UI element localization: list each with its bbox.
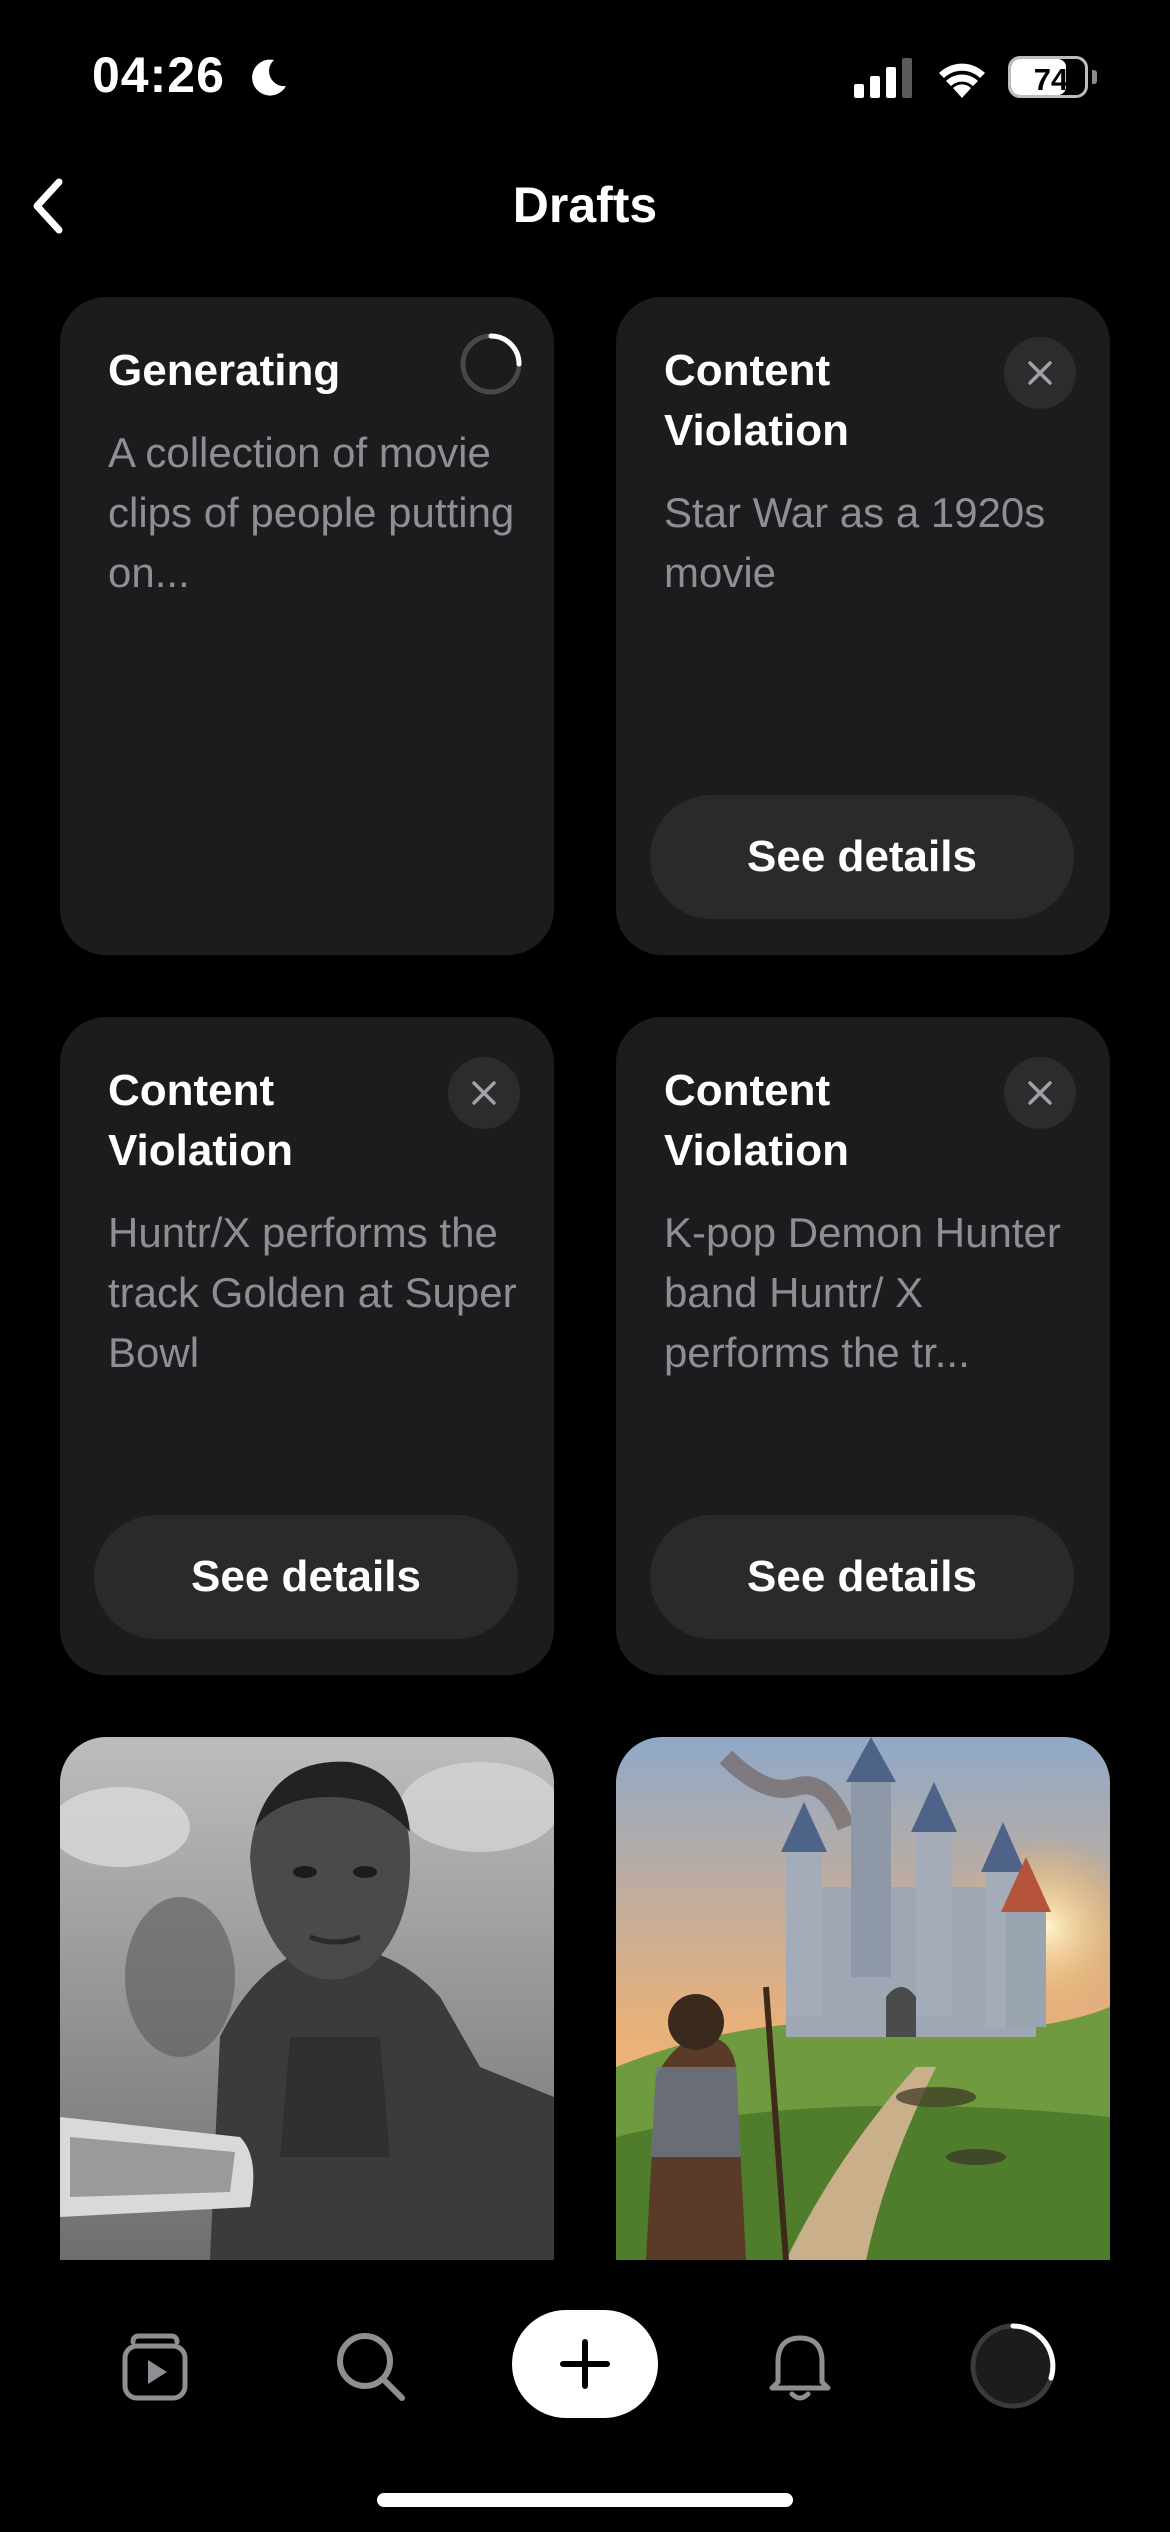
draft-prompt-text: Star War as a 1920s movie xyxy=(664,489,1046,596)
play-feed-icon xyxy=(122,2333,188,2401)
battery-indicator: 74 xyxy=(1008,56,1097,100)
close-icon xyxy=(1028,361,1052,385)
draft-prompt-text: A collection of movie clips of people pu… xyxy=(108,429,515,596)
dismiss-button[interactable] xyxy=(448,1057,520,1129)
draft-status-title: Generating xyxy=(108,346,341,395)
bell-icon xyxy=(769,2335,831,2401)
draft-prompt-text: K-pop Demon Hunter band Huntr/ X perform… xyxy=(664,1209,1061,1376)
draft-card-generating[interactable]: Generating A collection of movie clips o… xyxy=(60,297,554,955)
tab-search[interactable] xyxy=(310,2306,430,2426)
castle-sunset-thumbnail xyxy=(616,1737,1110,2260)
draft-card-violation[interactable]: Content Violation K-pop Demon Hunter ban… xyxy=(616,1017,1110,1675)
home-indicator[interactable] xyxy=(377,2493,793,2507)
draft-thumbnail-soldier[interactable] xyxy=(60,1737,554,2260)
draft-status-title: Content Violation xyxy=(108,1066,293,1175)
see-details-button[interactable]: See details xyxy=(650,1515,1074,1639)
page-title: Drafts xyxy=(512,177,658,233)
close-icon xyxy=(472,1081,496,1105)
cellular-signal-icon xyxy=(854,58,912,98)
search-icon xyxy=(337,2333,405,2401)
draft-thumbnail-castle[interactable] xyxy=(616,1737,1110,2260)
draft-card-violation[interactable]: Content Violation Huntr/X performs the t… xyxy=(60,1017,554,1675)
draft-prompt-text: Huntr/X performs the track Golden at Sup… xyxy=(108,1209,517,1376)
battery-percent: 74 xyxy=(1033,62,1069,97)
wifi-icon xyxy=(939,63,985,98)
loading-spinner-icon xyxy=(460,333,522,395)
dismiss-button[interactable] xyxy=(1004,1057,1076,1129)
tab-notifications[interactable] xyxy=(740,2306,860,2426)
draft-status-title: Content Violation xyxy=(664,346,849,455)
status-time: 04:26 xyxy=(92,47,225,103)
see-details-button[interactable]: See details xyxy=(94,1515,518,1639)
tab-profile[interactable] xyxy=(953,2306,1073,2426)
create-button[interactable] xyxy=(512,2310,658,2418)
tab-bar xyxy=(0,2260,1170,2532)
draft-status-title: Content Violation xyxy=(664,1066,849,1175)
soldier-grayscale-thumbnail xyxy=(60,1737,554,2260)
dismiss-button[interactable] xyxy=(1004,337,1076,409)
draft-card-violation[interactable]: Content Violation Star War as a 1920s mo… xyxy=(616,297,1110,955)
close-icon xyxy=(1028,1081,1052,1105)
plus-icon xyxy=(560,2339,610,2389)
profile-avatar-icon xyxy=(970,2323,1056,2409)
nav-header: Drafts xyxy=(0,150,1170,260)
tab-feed[interactable] xyxy=(95,2306,215,2426)
status-bar: 04:26 74 xyxy=(0,0,1170,150)
moon-icon xyxy=(252,59,286,96)
see-details-button[interactable]: See details xyxy=(650,795,1074,919)
